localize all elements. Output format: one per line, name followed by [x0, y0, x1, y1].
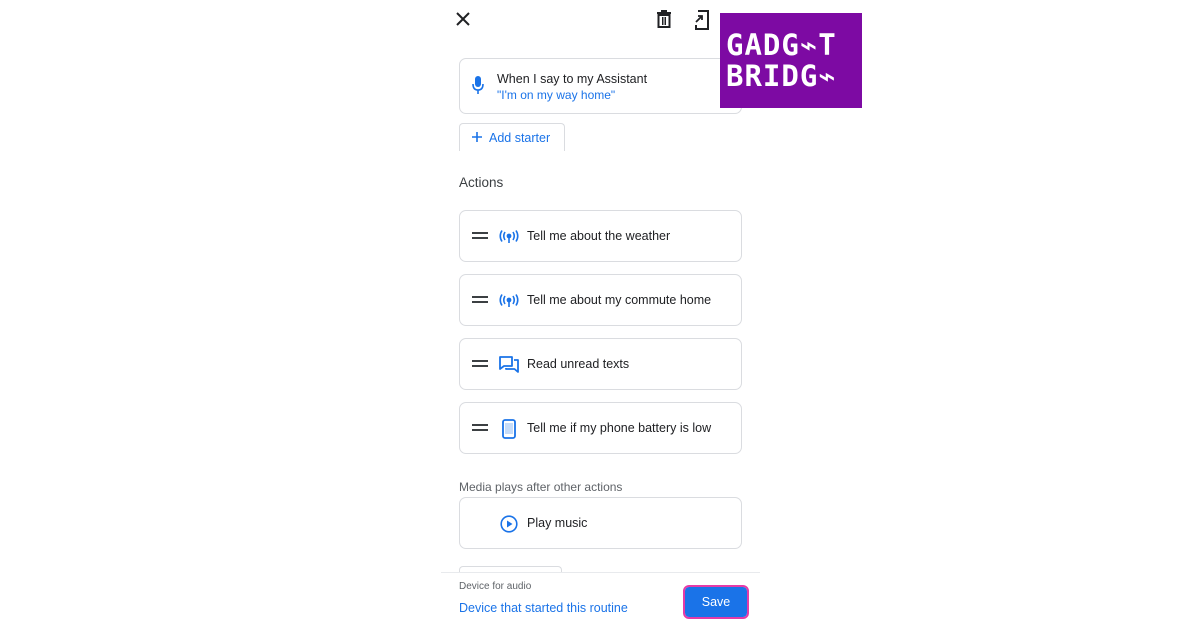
action-label: Tell me if my phone battery is low: [527, 421, 712, 435]
action-card-play-music[interactable]: Play music: [459, 497, 742, 549]
add-to-home-button[interactable]: [692, 9, 712, 31]
play-circle-icon: [498, 513, 520, 535]
broadcast-icon: [498, 226, 520, 248]
device-link[interactable]: Device that started this routine: [459, 601, 628, 615]
device-caption: Device for audio: [459, 581, 532, 592]
phone-icon: [498, 418, 520, 440]
drag-handle-icon[interactable]: [472, 424, 488, 434]
delete-button[interactable]: [654, 9, 674, 29]
actions-heading: Actions: [459, 175, 504, 190]
drag-handle-icon[interactable]: [472, 360, 488, 370]
logo-line-1: GADG⌁T: [726, 27, 837, 62]
bottom-bar: Device for audio Device that started thi…: [441, 572, 760, 628]
drag-handle-icon[interactable]: [472, 296, 488, 306]
action-card-commute[interactable]: Tell me about my commute home: [459, 274, 742, 326]
starter-phrase: "I'm on my way home": [497, 88, 616, 102]
close-button[interactable]: [453, 9, 473, 29]
broadcast-icon: [498, 290, 520, 312]
action-card-texts[interactable]: Read unread texts: [459, 338, 742, 390]
save-button[interactable]: Save: [683, 585, 749, 619]
plus-icon: [472, 132, 482, 142]
action-label: Read unread texts: [527, 357, 630, 371]
add-starter-button[interactable]: Add starter: [459, 123, 565, 151]
action-label: Play music: [527, 516, 588, 530]
close-icon: [456, 12, 470, 26]
action-card-weather[interactable]: Tell me about the weather: [459, 210, 742, 262]
starter-title: When I say to my Assistant: [497, 72, 648, 86]
drag-handle-icon[interactable]: [472, 232, 488, 242]
media-note: Media plays after other actions: [459, 480, 623, 494]
action-label: Tell me about my commute home: [527, 293, 712, 307]
mic-icon: [472, 76, 484, 99]
trash-icon: [657, 10, 671, 28]
action-label: Tell me about the weather: [527, 229, 671, 243]
add-starter-label: Add starter: [489, 131, 551, 145]
routine-editor: When I say to my Assistant "I'm on my wa…: [441, 0, 760, 628]
logo-line-2: BRIDG⌁: [726, 58, 837, 93]
gadget-bridge-logo: GADG⌁T BRIDG⌁: [720, 13, 862, 108]
chat-icon: [498, 354, 520, 376]
add-to-home-icon: [695, 10, 709, 30]
action-card-battery[interactable]: Tell me if my phone battery is low: [459, 402, 742, 454]
starter-card[interactable]: When I say to my Assistant "I'm on my wa…: [459, 58, 742, 114]
